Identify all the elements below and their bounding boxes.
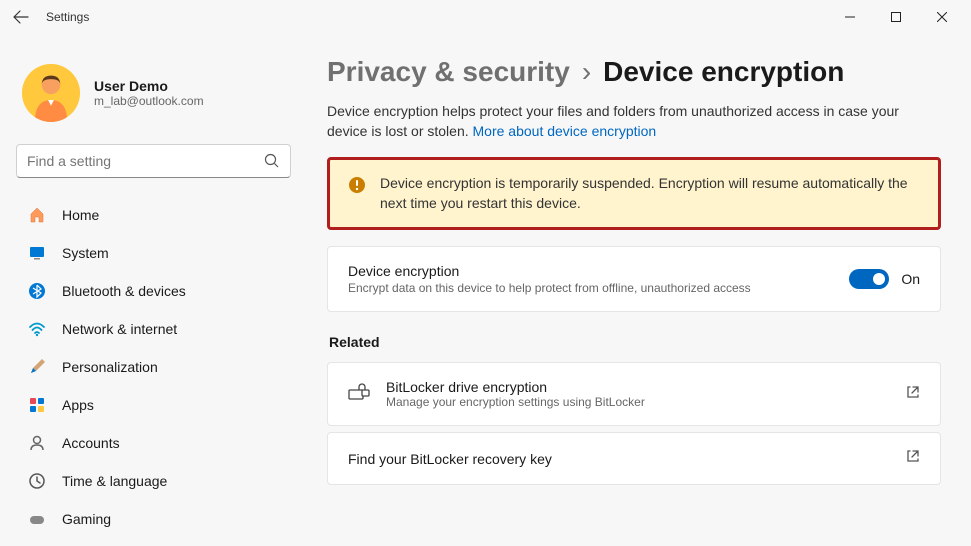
- arrow-left-icon: [13, 9, 29, 25]
- device-encryption-setting: Device encryption Encrypt data on this d…: [327, 246, 941, 312]
- maximize-icon: [891, 12, 901, 22]
- main-content: Privacy & security › Device encryption D…: [305, 34, 971, 546]
- sidebar-item-time[interactable]: Time & language: [16, 464, 297, 498]
- setting-subtitle: Encrypt data on this device to help prot…: [348, 281, 849, 295]
- maximize-button[interactable]: [873, 2, 919, 32]
- sidebar-item-personalization[interactable]: Personalization: [16, 350, 297, 384]
- chevron-right-icon: ›: [582, 56, 591, 88]
- related-item-title: Find your BitLocker recovery key: [348, 451, 888, 467]
- related-bitlocker-drive[interactable]: BitLocker drive encryption Manage your e…: [327, 362, 941, 426]
- back-button[interactable]: [6, 2, 36, 32]
- nav-list: Home System Bluetooth & devices Network …: [16, 198, 297, 536]
- search-input[interactable]: [27, 153, 264, 169]
- sidebar-item-gaming[interactable]: Gaming: [16, 502, 297, 536]
- bluetooth-icon: [28, 282, 46, 300]
- related-recovery-key[interactable]: Find your BitLocker recovery key: [327, 432, 941, 485]
- sidebar-item-apps[interactable]: Apps: [16, 388, 297, 422]
- sidebar-item-home[interactable]: Home: [16, 198, 297, 232]
- user-name: User Demo: [94, 78, 204, 94]
- sidebar-item-label: Apps: [62, 397, 94, 413]
- system-icon: [28, 244, 46, 262]
- open-external-icon: [906, 385, 920, 404]
- sidebar-item-label: Network & internet: [62, 321, 177, 337]
- person-icon: [28, 434, 46, 452]
- sidebar-item-accounts[interactable]: Accounts: [16, 426, 297, 460]
- search-icon: [264, 153, 280, 169]
- sidebar: User Demo m_lab@outlook.com Home System …: [0, 34, 305, 546]
- user-email: m_lab@outlook.com: [94, 94, 204, 108]
- alert-text: Device encryption is temporarily suspend…: [380, 174, 920, 213]
- apps-icon: [28, 396, 46, 414]
- device-encryption-toggle[interactable]: [849, 269, 889, 289]
- search-box[interactable]: [16, 144, 291, 178]
- wifi-icon: [28, 320, 46, 338]
- brush-icon: [28, 358, 46, 376]
- page-title: Device encryption: [603, 56, 844, 88]
- related-item-subtitle: Manage your encryption settings using Bi…: [386, 395, 888, 409]
- setting-title: Device encryption: [348, 263, 849, 279]
- titlebar: Settings: [0, 0, 971, 34]
- related-item-title: BitLocker drive encryption: [386, 379, 888, 395]
- sidebar-item-label: System: [62, 245, 109, 261]
- breadcrumb-parent[interactable]: Privacy & security: [327, 56, 570, 88]
- lock-drive-icon: [348, 383, 368, 406]
- sidebar-item-label: Personalization: [62, 359, 158, 375]
- related-header: Related: [329, 334, 941, 350]
- home-icon: [28, 206, 46, 224]
- learn-more-link[interactable]: More about device encryption: [473, 123, 657, 139]
- warning-icon: [348, 176, 366, 194]
- clock-icon: [28, 472, 46, 490]
- sidebar-item-label: Bluetooth & devices: [62, 283, 186, 299]
- sidebar-item-network[interactable]: Network & internet: [16, 312, 297, 346]
- sidebar-item-bluetooth[interactable]: Bluetooth & devices: [16, 274, 297, 308]
- alert-banner: Device encryption is temporarily suspend…: [327, 157, 941, 230]
- close-icon: [937, 12, 947, 22]
- sidebar-item-system[interactable]: System: [16, 236, 297, 270]
- open-external-icon: [906, 449, 920, 468]
- sidebar-item-label: Time & language: [62, 473, 167, 489]
- sidebar-item-label: Accounts: [62, 435, 120, 451]
- window-controls: [827, 2, 965, 32]
- sidebar-item-label: Home: [62, 207, 99, 223]
- avatar: [22, 64, 80, 122]
- window-title: Settings: [46, 10, 89, 24]
- page-description: Device encryption helps protect your fil…: [327, 102, 941, 141]
- gaming-icon: [28, 510, 46, 528]
- user-section[interactable]: User Demo m_lab@outlook.com: [16, 46, 297, 144]
- breadcrumb: Privacy & security › Device encryption: [327, 56, 941, 88]
- toggle-state-label: On: [901, 271, 920, 287]
- minimize-button[interactable]: [827, 2, 873, 32]
- minimize-icon: [845, 12, 855, 22]
- sidebar-item-label: Gaming: [62, 511, 111, 527]
- close-button[interactable]: [919, 2, 965, 32]
